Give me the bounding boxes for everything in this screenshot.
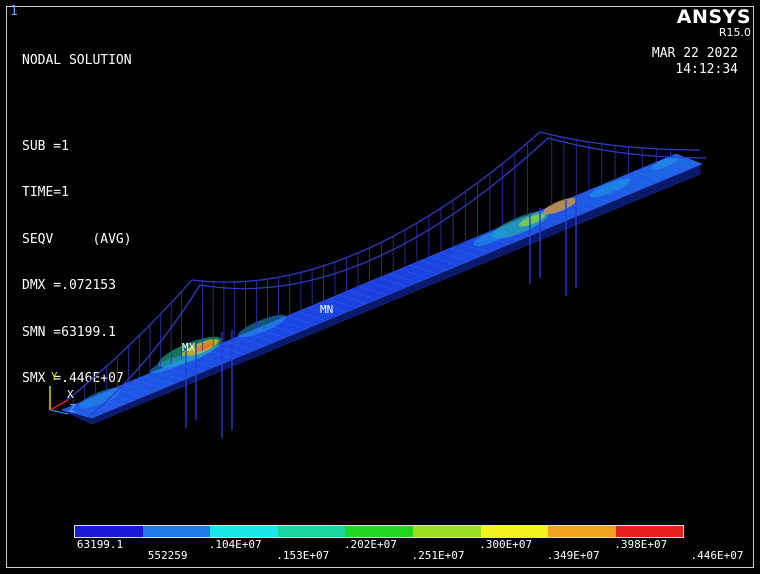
triad-x-label: X — [67, 388, 74, 401]
legend-band-9 — [615, 526, 684, 537]
legend-label: .398E+07 — [614, 538, 668, 551]
triad-y-label: Y — [51, 370, 58, 383]
legend-band-5 — [345, 526, 413, 537]
legend-band-2 — [142, 526, 211, 537]
max-marker: MX — [182, 341, 196, 354]
bridge-model-viewport[interactable] — [0, 0, 760, 574]
legend-label: .104E+07 — [208, 538, 262, 551]
min-marker: MN — [320, 303, 334, 316]
triad-z-label: Z — [69, 402, 76, 415]
legend-band-7 — [480, 526, 549, 537]
legend-label: .300E+07 — [479, 538, 533, 551]
legend-label: 63199.1 — [76, 538, 124, 551]
legend-label: .446E+07 — [690, 549, 744, 562]
legend-label: .349E+07 — [546, 549, 600, 562]
legend-band-4 — [277, 526, 346, 537]
legend-label: .251E+07 — [411, 549, 465, 562]
contour-legend-bar — [74, 525, 685, 538]
legend-label: .153E+07 — [276, 549, 330, 562]
legend-band-6 — [412, 526, 481, 537]
legend-band-1 — [75, 526, 143, 537]
legend-label: 552259 — [147, 549, 188, 562]
legend-label: .202E+07 — [343, 538, 397, 551]
legend-band-8 — [548, 526, 616, 537]
legend-band-3 — [210, 526, 278, 537]
